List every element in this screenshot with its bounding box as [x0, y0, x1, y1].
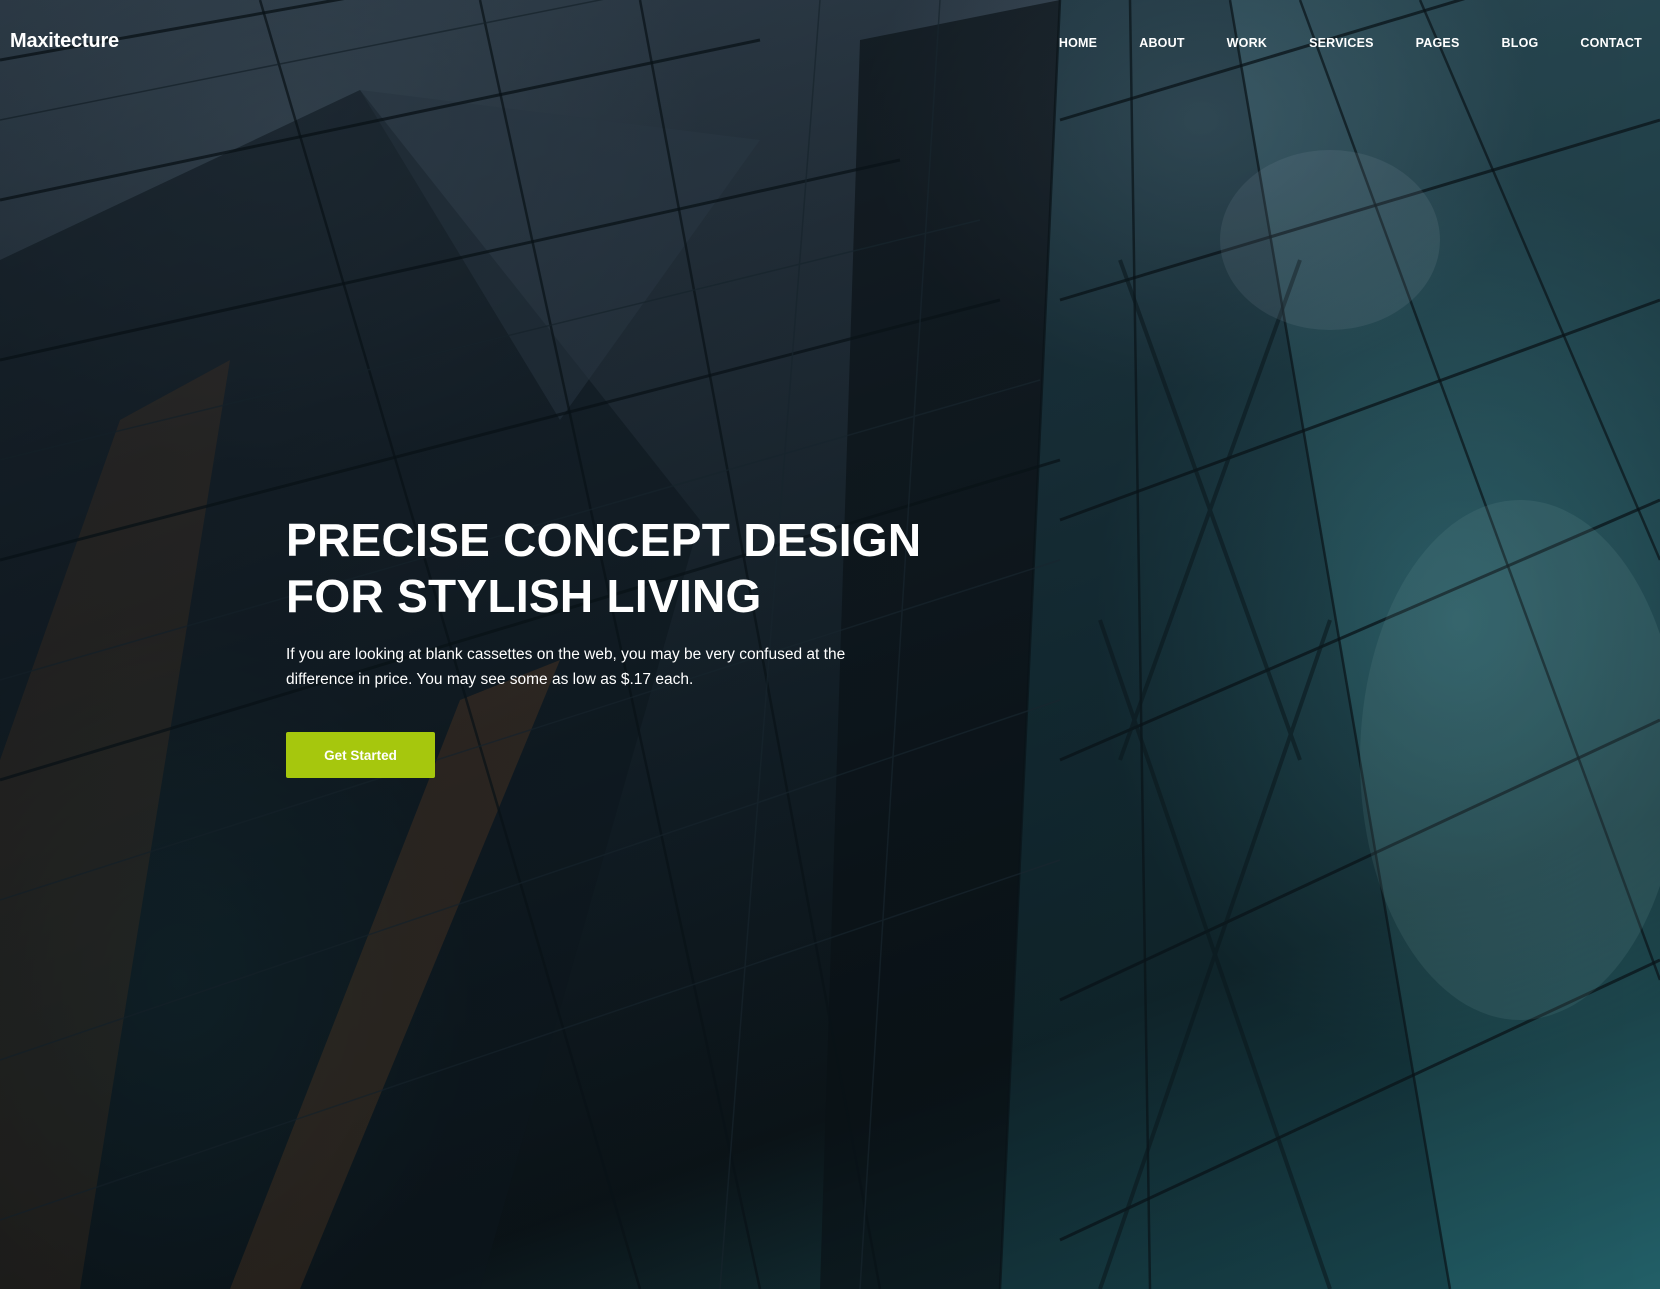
nav-about[interactable]: ABOUT — [1139, 36, 1184, 50]
hero-headline-line-1: PRECISE CONCEPT DESIGN — [286, 514, 922, 566]
nav-services[interactable]: SERVICES — [1309, 36, 1374, 50]
site-header: Maxitecture HOME ABOUT WORK SERVICES PAG… — [0, 0, 1660, 88]
nav-contact[interactable]: CONTACT — [1580, 36, 1642, 50]
nav-work[interactable]: WORK — [1227, 36, 1267, 50]
get-started-button[interactable]: Get Started — [286, 732, 435, 778]
nav-pages[interactable]: PAGES — [1416, 36, 1460, 50]
brand-logo[interactable]: Maxitecture — [10, 30, 119, 53]
main-navigation: HOME ABOUT WORK SERVICES PAGES BLOG CONT… — [1017, 36, 1642, 50]
nav-blog[interactable]: BLOG — [1502, 36, 1539, 50]
hero-headline: PRECISE CONCEPT DESIGN FOR STYLISH LIVIN… — [286, 512, 926, 624]
nav-home[interactable]: HOME — [1059, 36, 1097, 50]
hero-content: PRECISE CONCEPT DESIGN FOR STYLISH LIVIN… — [286, 512, 926, 692]
hero-description: If you are looking at blank cassettes on… — [286, 646, 846, 688]
hero-headline-line-2: FOR STYLISH LIVING — [286, 570, 762, 622]
